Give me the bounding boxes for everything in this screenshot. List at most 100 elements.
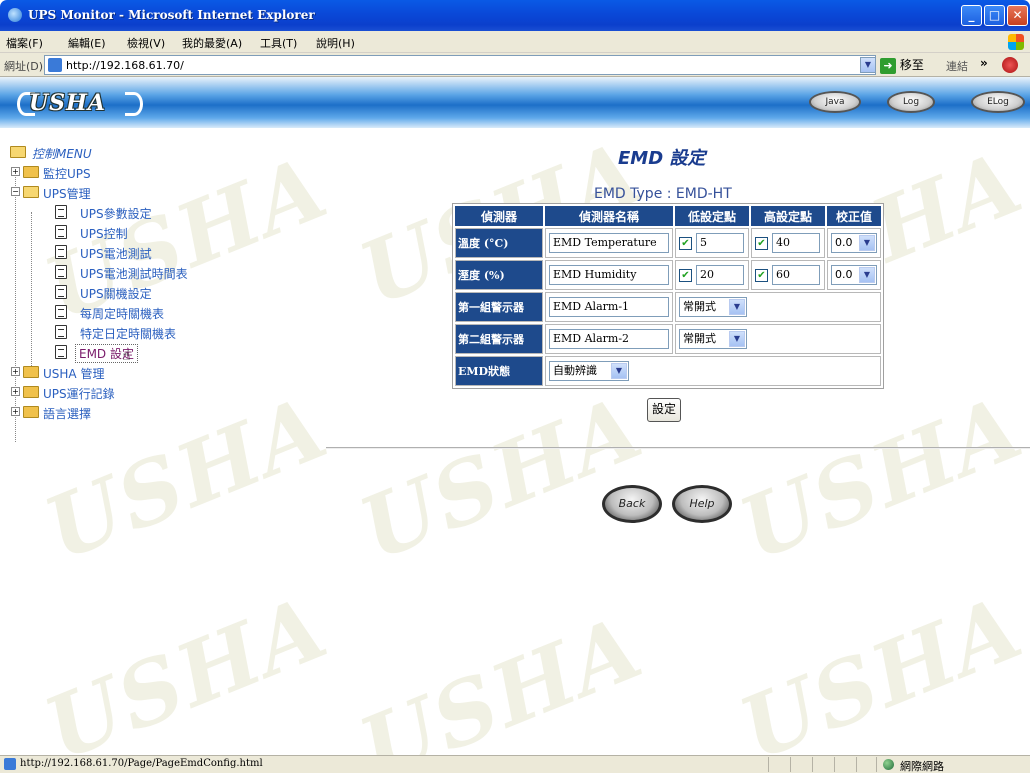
document-icon <box>55 225 67 239</box>
cell-name: EMD Alarm-1 <box>545 292 673 322</box>
row-label-humidity: 溼度 (%) <box>455 260 543 290</box>
status-separator <box>812 757 813 772</box>
menu-tools[interactable]: 工具(T) <box>260 35 297 51</box>
tree-item-shutdown-settings[interactable]: UPS關機設定 <box>10 282 300 302</box>
address-dropdown-icon[interactable]: ▼ <box>860 57 876 73</box>
alarm-2-mode-select[interactable]: 常開式 ▼ <box>679 329 747 349</box>
watermark-logo: USHA <box>726 376 1030 581</box>
java-button[interactable]: Java <box>809 91 861 113</box>
collapse-icon[interactable]: − <box>11 187 20 196</box>
divider <box>326 447 1030 449</box>
minimize-button[interactable]: _ <box>961 5 982 26</box>
tree-item-label: UPS參數設定 <box>80 207 152 221</box>
tree-item-battery-schedule[interactable]: UPS電池測試時間表 <box>10 262 300 282</box>
dropdown-arrow-icon[interactable]: ▼ <box>611 363 627 379</box>
row-label-temperature: 溫度 (°C) <box>455 228 543 258</box>
col-header-high: 高設定點 <box>751 206 825 226</box>
menu-edit[interactable]: 編輯(E) <box>68 35 106 51</box>
humidity-name-input[interactable]: EMD Humidity <box>549 265 669 285</box>
emd-status-select[interactable]: 自動辨識 ▼ <box>549 361 629 381</box>
humidity-high-input[interactable]: 60 <box>772 265 820 285</box>
document-icon <box>55 265 67 279</box>
humidity-low-input[interactable]: 20 <box>696 265 744 285</box>
expand-icon[interactable]: + <box>11 367 20 376</box>
links-chevron-icon[interactable]: » <box>980 56 988 70</box>
alarm-1-mode-select[interactable]: 常開式 ▼ <box>679 297 747 317</box>
menu-help[interactable]: 說明(H) <box>316 35 355 51</box>
tree-item-weekly-shutdown[interactable]: 每周定時關機表 <box>10 302 300 322</box>
back-button[interactable]: Back <box>602 485 662 523</box>
address-input[interactable]: http://192.168.61.70/ ▼ <box>44 55 876 75</box>
temperature-name-input[interactable]: EMD Temperature <box>549 233 669 253</box>
menu-file[interactable]: 檔案(F) <box>6 35 43 51</box>
table-row-status: EMD狀態 自動辨識 ▼ <box>455 356 881 386</box>
dropdown-arrow-icon[interactable]: ▼ <box>729 299 745 315</box>
emd-type-label: EMD Type : EMD-HT <box>594 186 732 202</box>
expand-icon[interactable]: + <box>11 407 20 416</box>
cell-low: ✔ 20 <box>675 260 749 290</box>
help-button[interactable]: Help <box>672 485 732 523</box>
alarm-1-name-input[interactable]: EMD Alarm-1 <box>549 297 669 317</box>
elog-button[interactable]: ELog <box>971 91 1025 113</box>
extension-icon[interactable] <box>1002 57 1018 73</box>
links-toolbar[interactable]: 連結 <box>946 58 968 74</box>
watermark-logo: USHA <box>346 596 657 755</box>
tree-item-ups-management[interactable]: − UPS管理 <box>10 182 300 202</box>
alarm-2-name-input[interactable]: EMD Alarm-2 <box>549 329 669 349</box>
humidity-low-checkbox[interactable]: ✔ <box>679 268 692 282</box>
close-button[interactable]: ✕ <box>1007 5 1028 26</box>
humidity-high-checkbox[interactable]: ✔ <box>755 268 768 282</box>
folder-icon <box>23 366 39 378</box>
menu-favorites[interactable]: 我的最愛(A) <box>182 35 242 51</box>
cell-mode: 常開式 ▼ <box>675 324 881 354</box>
security-zone-label: 網際網路 <box>900 760 944 773</box>
tree-root-label: 控制MENU <box>32 147 92 161</box>
temperature-calibration-select[interactable]: 0.0 ▼ <box>831 233 877 253</box>
table-row-alarm-1: 第一組警示器 EMD Alarm-1 常開式 ▼ <box>455 292 881 322</box>
tree-item-emd-settings[interactable]: EMD 設定 ☝ <box>10 342 300 364</box>
cell-low: ✔ 5 <box>675 228 749 258</box>
emd-config-table: 偵測器 偵測器名稱 低設定點 高設定點 校正值 溫度 (°C) EMD Temp… <box>452 203 884 389</box>
menu-bar: 檔案(F) 編輯(E) 檢視(V) 我的最愛(A) 工具(T) 說明(H) <box>0 31 1030 53</box>
logo-text: USHA <box>29 90 106 116</box>
logo-swoosh-right <box>125 92 143 116</box>
go-button[interactable]: ➜ 移至 <box>880 56 924 74</box>
dropdown-arrow-icon[interactable]: ▼ <box>729 331 745 347</box>
expand-icon[interactable]: + <box>11 387 20 396</box>
log-button[interactable]: Log <box>887 91 935 113</box>
internet-zone-icon <box>883 759 894 770</box>
tree-item-date-shutdown[interactable]: 特定日定時關機表 <box>10 322 300 342</box>
tree-item-ups-params[interactable]: UPS參數設定 <box>10 202 300 222</box>
tree-item-ups-control[interactable]: UPS控制 <box>10 222 300 242</box>
expand-icon[interactable]: + <box>11 167 20 176</box>
cell-high: ✔ 60 <box>751 260 825 290</box>
dropdown-arrow-icon[interactable]: ▼ <box>859 235 875 251</box>
window-title: UPS Monitor - Microsoft Internet Explore… <box>28 8 315 22</box>
row-label-alarm-2: 第二組警示器 <box>455 324 543 354</box>
select-value: 自動辨識 <box>553 364 597 377</box>
watermark-logo: USHA <box>726 576 1030 755</box>
tree-root[interactable]: 控制MENU <box>10 142 300 162</box>
tree-item-language[interactable]: + 語言選擇 <box>10 402 300 422</box>
temperature-low-checkbox[interactable]: ✔ <box>679 236 692 250</box>
window-titlebar[interactable]: UPS Monitor - Microsoft Internet Explore… <box>0 0 1030 31</box>
temperature-low-input[interactable]: 5 <box>696 233 744 253</box>
ie-icon <box>8 8 22 22</box>
tree-item-monitor-ups[interactable]: + 監控UPS <box>10 162 300 182</box>
tree-item-usha-management[interactable]: + USHA 管理 <box>10 362 300 382</box>
tree-item-label: UPS管理 <box>43 187 91 201</box>
tree-item-battery-test[interactable]: UPS電池測試 <box>10 242 300 262</box>
address-label: 網址(D) <box>4 60 44 73</box>
temperature-high-input[interactable]: 40 <box>772 233 820 253</box>
watermark-logo: USHA <box>346 376 657 581</box>
maximize-button[interactable]: □ <box>984 5 1005 26</box>
tree-item-ups-log[interactable]: + UPS運行記錄 <box>10 382 300 402</box>
table-row-humidity: 溼度 (%) EMD Humidity ✔ 20 ✔ 60 0.0 ▼ <box>455 260 881 290</box>
select-value: 常開式 <box>683 332 716 345</box>
menu-view[interactable]: 檢視(V) <box>127 35 165 51</box>
temperature-high-checkbox[interactable]: ✔ <box>755 236 768 250</box>
col-header-calibration: 校正值 <box>827 206 881 226</box>
set-button[interactable]: 設定 <box>647 398 682 422</box>
dropdown-arrow-icon[interactable]: ▼ <box>859 267 875 283</box>
humidity-calibration-select[interactable]: 0.0 ▼ <box>831 265 877 285</box>
